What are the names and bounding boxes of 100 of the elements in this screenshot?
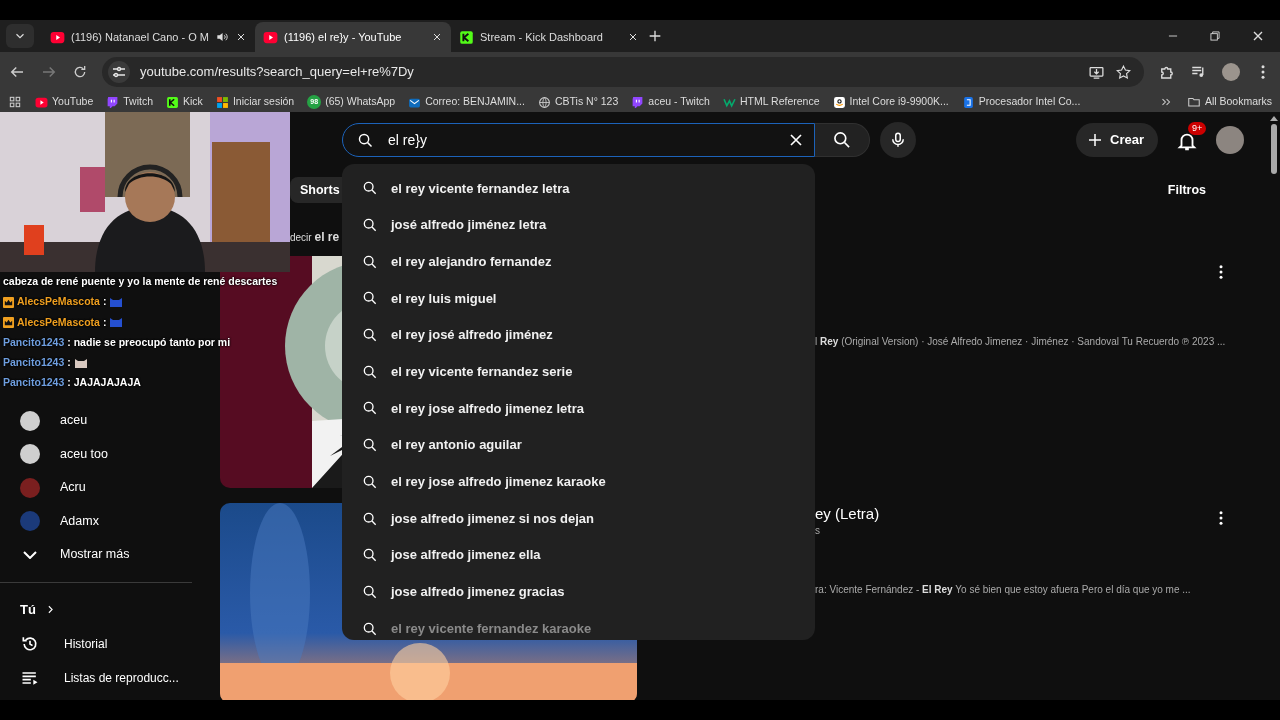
bookmark[interactable]: Kick [166, 94, 203, 110]
search-suggestion[interactable]: jose alfredo jimenez si nos dejan [342, 500, 815, 537]
tab-title: (1196) Natanael Cano - O M [71, 29, 209, 45]
close-icon[interactable] [235, 31, 247, 43]
search-icon [832, 130, 852, 150]
account-avatar[interactable] [1216, 126, 1244, 154]
bookmark[interactable]: YouTube [35, 94, 94, 110]
create-button[interactable]: Crear [1076, 123, 1158, 157]
bookmark-label: (65) WhatsApp [325, 94, 396, 110]
search-icon [362, 400, 378, 417]
plus-icon[interactable] [647, 28, 663, 44]
search-icon [362, 437, 378, 454]
search-suggestion[interactable]: el rey antonio aguilar [342, 426, 815, 464]
chat-username: Pancito1243 [3, 375, 65, 391]
reload-icon[interactable] [72, 64, 88, 80]
search-icon [362, 217, 378, 234]
apps-icon[interactable] [8, 95, 22, 109]
bookmark-label: YouTube [52, 94, 94, 110]
search-icon [357, 131, 374, 149]
sidebar-channel[interactable]: aceu [0, 404, 220, 438]
bookmarks-folder[interactable]: All Bookmarks [1186, 94, 1272, 110]
bookmark[interactable]: Twitch [106, 94, 154, 110]
profile-avatar[interactable] [1222, 63, 1240, 81]
kick-icon [166, 95, 180, 109]
chat-text: : [102, 314, 107, 330]
address-bar[interactable]: youtube.com/results?search_query=el+re%7Dy [102, 57, 1144, 87]
globe-icon [537, 95, 551, 109]
close-icon[interactable] [627, 31, 639, 43]
bookmark[interactable]: CBTis N° 123 [537, 94, 619, 110]
chat-text: : [67, 354, 71, 370]
search-icon [362, 547, 378, 564]
search-suggestion[interactable]: el rey vicente fernandez serie [342, 353, 815, 391]
search-suggestion[interactable]: el rey luis miguel [342, 280, 815, 317]
show-more-item[interactable]: Mostrar más [0, 538, 220, 572]
twitch-icon [631, 95, 645, 109]
document-icon [961, 95, 975, 109]
site-settings-icon[interactable] [108, 61, 130, 83]
channel-name: aceu too [60, 445, 108, 463]
sidebar-channel[interactable]: aceu too [0, 437, 220, 471]
sidebar-item[interactable]: Listas de reproducc... [0, 660, 220, 695]
folder-label: All Bookmarks [1204, 94, 1272, 110]
youtube-icon [263, 29, 278, 45]
bookmark[interactable]: HTML Reference [722, 94, 820, 110]
windows-icon [215, 95, 229, 109]
chat-text: cabeza de rené puente y yo la mente de rené descartes [3, 274, 278, 290]
search-icon [362, 473, 378, 490]
youtube-icon [35, 95, 48, 109]
bookmark-label: Iniciar sesión [232, 94, 295, 110]
browser-tab[interactable]: (1196) el re}y - YouTube [255, 22, 451, 52]
search-input[interactable]: el re}y [386, 128, 774, 152]
search-icon [362, 363, 378, 380]
folder-icon [1186, 95, 1201, 109]
search-hint: decir el re [290, 232, 340, 243]
video-description: ra: Vicente Fernández - El Rey Yo sé bien que estoy afuera Pero el día que yo me ... [815, 583, 1192, 597]
search-suggestion[interactable]: el rey jose alfredo jimenez letra [342, 390, 815, 427]
notification-badge: 9+ [1188, 122, 1207, 135]
star-icon[interactable] [1115, 63, 1132, 81]
search-suggestion[interactable]: josé alfredo jiménez letra [342, 206, 815, 244]
search-suggestion[interactable]: el rey vicente fernandez karaoke [342, 610, 815, 640]
bookmark[interactable]: aceu - Twitch [631, 94, 710, 110]
channel-name: aceu [60, 412, 88, 430]
video-description: l Rey (Original Version) · José Alfredo Jimenez · Jiménez · Sandoval Tu Recuerdo ℗ 2023 ... [815, 335, 1227, 349]
voice-search-button[interactable] [880, 122, 916, 158]
url-text: youtube.com/results?search_query=el+re%7Dy [140, 63, 415, 82]
scrollbar-thumb[interactable] [1271, 124, 1277, 174]
search-icon [362, 510, 378, 527]
chevron-down-icon [23, 550, 37, 559]
bookmark-label: HTML Reference [739, 94, 820, 110]
search-button[interactable] [815, 123, 870, 157]
search-suggestion[interactable]: el rey josé alfredo jiménez [342, 316, 815, 354]
search-icon [362, 327, 378, 344]
video-title[interactable]: ey (Letra) [815, 505, 1228, 523]
search-field[interactable]: el re}y [342, 123, 815, 157]
sidebar-item[interactable]: Historial [0, 626, 220, 661]
tab-title: Stream - Kick Dashboard [480, 29, 604, 45]
search-suggestion[interactable]: el rey jose alfredo jimenez karaoke [342, 463, 815, 501]
search-icon [362, 253, 378, 270]
sidebar-channel[interactable]: Adamx [0, 504, 220, 538]
chat-text: : JAJAJAJAJA [67, 375, 141, 391]
bookmark-label: Twitch [123, 94, 154, 110]
chat-text: : nadie se preocupó tanto por mi [67, 334, 231, 350]
bookmark[interactable]: Iniciar sesión [215, 94, 295, 110]
tab-search-button[interactable] [6, 24, 34, 48]
section-heading[interactable]: Tú [0, 592, 220, 627]
chat-username: Pancito1243 [3, 354, 65, 370]
search-suggestion[interactable]: el rey alejandro fernandez [342, 243, 815, 281]
close-icon[interactable] [431, 31, 443, 43]
search-suggestion[interactable]: jose alfredo jimenez gracias [342, 573, 815, 611]
bookmark-label: CBTis N° 123 [554, 94, 619, 110]
chat-username: Pancito1243 [3, 334, 65, 350]
chat-username: AlecsPeMascota [17, 314, 100, 330]
browser-tab[interactable]: (1196) Natanael Cano - O M [42, 22, 255, 52]
speaker-icon[interactable] [215, 30, 229, 44]
filters-button[interactable]: Filtros [1167, 180, 1206, 200]
search-icon [362, 180, 378, 197]
browser-tab[interactable]: Stream - Kick Dashboard [451, 22, 647, 52]
search-suggestion[interactable]: jose alfredo jimenez ella [342, 536, 815, 574]
bookmark-label: aceu - Twitch [648, 94, 710, 110]
sidebar-channel[interactable]: Acru [0, 471, 220, 505]
restore-icon[interactable] [1208, 29, 1222, 43]
